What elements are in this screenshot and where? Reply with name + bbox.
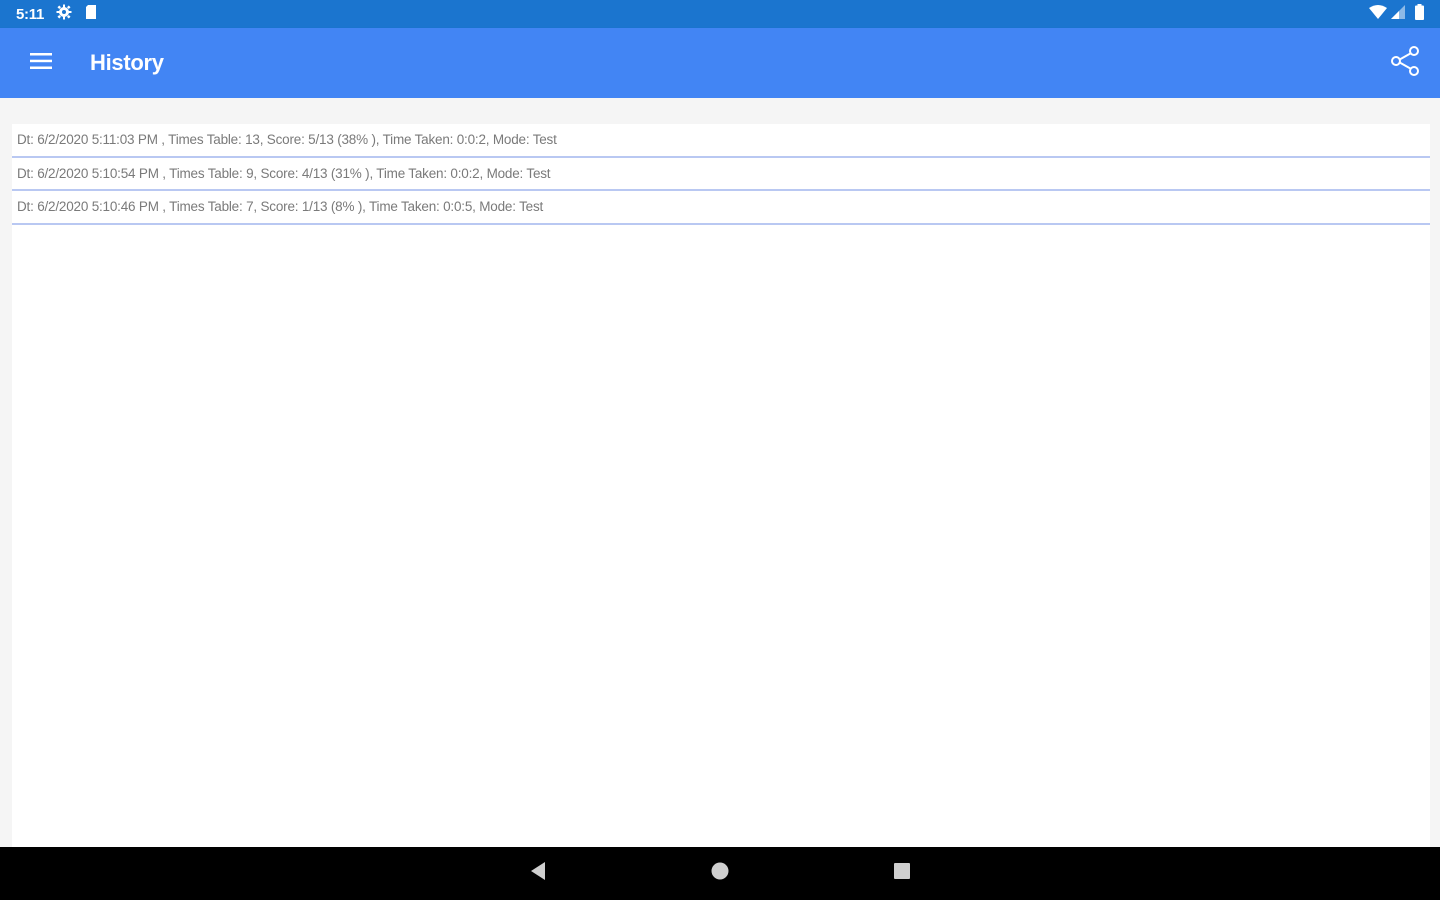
back-button[interactable] [508,847,568,900]
history-list: Dt: 6/2/2020 5:11:03 PM , Times Table: 1… [12,124,1430,847]
status-bar: 5:11 [0,0,1440,28]
recents-icon [893,862,911,885]
status-right [1369,3,1424,25]
share-icon [1389,45,1421,82]
content-area: Dt: 6/2/2020 5:11:03 PM , Times Table: 1… [0,98,1440,847]
home-icon [710,861,730,886]
battery-icon [1415,3,1424,25]
hamburger-menu-icon [30,52,52,74]
share-button[interactable] [1384,42,1426,84]
navigation-bar [0,847,1440,900]
sd-card-icon [84,4,98,25]
recents-button[interactable] [872,847,932,900]
status-time: 5:11 [16,5,44,23]
page-title: History [90,50,164,75]
history-item[interactable]: Dt: 6/2/2020 5:10:54 PM , Times Table: 9… [12,158,1430,191]
menu-button[interactable] [16,38,66,88]
status-left: 5:11 [16,4,98,25]
home-button[interactable] [690,847,750,900]
history-item[interactable]: Dt: 6/2/2020 5:11:03 PM , Times Table: 1… [12,124,1430,158]
settings-gear-icon [56,4,72,25]
cell-signal-icon [1391,4,1405,24]
app-bar: History [0,28,1440,98]
history-item[interactable]: Dt: 6/2/2020 5:10:46 PM , Times Table: 7… [12,191,1430,225]
wifi-icon [1369,4,1387,24]
back-icon [529,861,547,886]
